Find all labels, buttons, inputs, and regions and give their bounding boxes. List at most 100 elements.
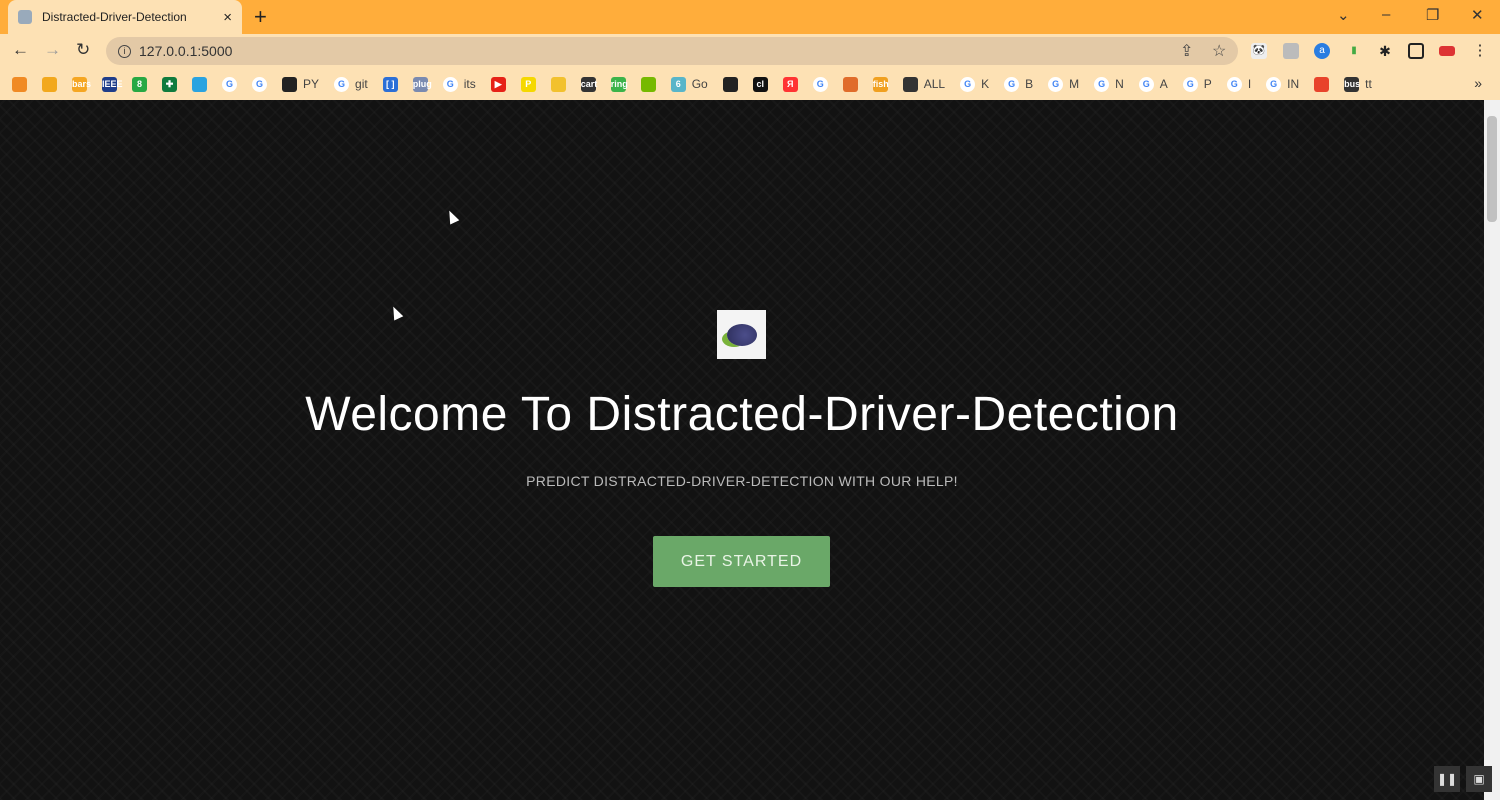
new-tab-button[interactable]: +	[254, 4, 267, 30]
reload-icon[interactable]: ↻	[76, 40, 90, 60]
bookmark-label: IN	[1287, 77, 1300, 91]
bookmark-label: M	[1069, 77, 1080, 91]
bookmarks-bar: bars IEEE 8 ✚ G G PY Ggit[ ] plug Gits ▶ Pcart ring 6…	[0, 68, 1500, 100]
bookmark-star-icon[interactable]: ☆	[1212, 41, 1226, 61]
bookmark-label: N	[1115, 77, 1124, 91]
bookmark-item[interactable]: bars	[72, 76, 91, 92]
bookmark-plug-icon: plug	[412, 76, 432, 92]
picture-in-picture-button[interactable]: ▣	[1466, 766, 1492, 792]
bookmark-item[interactable]: G IN	[1266, 76, 1300, 92]
page-title: Welcome To Distracted-Driver-Detection	[305, 388, 1179, 441]
onoff-extension-icon[interactable]	[1439, 46, 1455, 56]
page-subtitle: PREDICT DISTRACTED-DRIVER-DETECTION WITH…	[526, 473, 958, 489]
bookmark-6-icon: 6	[670, 76, 686, 92]
bookmark-item[interactable]	[550, 76, 566, 92]
get-started-button[interactable]: GET STARTED	[653, 536, 830, 587]
bookmark-g-icon: G	[1004, 76, 1020, 92]
forward-icon[interactable]: →	[44, 40, 61, 60]
bookmark-item[interactable]: ring	[610, 76, 628, 92]
mouse-cursor-icon	[388, 304, 404, 321]
bookmark-8-icon: 8	[132, 76, 147, 92]
bookmark-icon: ▶	[490, 76, 506, 92]
bookmark-item[interactable]: bus tt	[1344, 76, 1372, 92]
restore-button[interactable]: ❐	[1426, 6, 1439, 24]
bookmark-yellow-doc-icon	[42, 76, 57, 92]
bookmark-item[interactable]: fish	[872, 76, 889, 92]
bookmark-label: ALL	[923, 77, 946, 91]
bookmark-item[interactable]: IEEE	[102, 76, 123, 92]
bookmark-item[interactable]	[722, 76, 738, 92]
bookmark-g-icon: G	[334, 76, 350, 92]
bookmark-item[interactable]: P	[520, 76, 536, 92]
bookmark-item[interactable]	[640, 76, 656, 92]
bookmark-g-icon: G	[1182, 76, 1198, 92]
bookmark-label: P	[1203, 77, 1212, 91]
bookmark-item[interactable]: GN	[1094, 76, 1124, 92]
bookmark-item[interactable]: G	[222, 76, 237, 92]
tab-close-icon[interactable]: ×	[223, 9, 232, 26]
bookmark-item[interactable]: plug	[412, 76, 432, 92]
bookmark-icon: ✚	[162, 76, 177, 92]
close-window-button[interactable]: ✕	[1471, 6, 1484, 24]
bookmark-label: Go	[691, 77, 708, 91]
vertical-scrollbar[interactable]	[1484, 100, 1500, 800]
tab-title: Distracted-Driver-Detection	[42, 10, 187, 24]
extensions-puzzle-icon[interactable]: ✱	[1377, 43, 1393, 59]
bookmark-github-icon	[282, 76, 297, 92]
bookmark-item[interactable]: GM	[1048, 76, 1080, 92]
bookmark-item[interactable]: ✚	[162, 76, 177, 92]
panda-extension-icon[interactable]: 🐼	[1251, 43, 1267, 59]
bookmark-item[interactable]: G	[252, 76, 267, 92]
bookmark-item[interactable]: Я	[782, 76, 798, 92]
site-info-icon[interactable]: i	[118, 44, 131, 58]
back-icon[interactable]: ←	[12, 40, 29, 60]
bookmark-icon: Я	[782, 76, 798, 92]
bookmark-office-icon	[1314, 76, 1330, 92]
scrollbar-thumb[interactable]	[1487, 116, 1497, 222]
bookmark-item[interactable]: PY	[282, 76, 319, 92]
bookmark-p-icon: P	[520, 76, 536, 92]
menu-kebab-icon[interactable]: ⋮	[1472, 43, 1488, 59]
bookmark-item[interactable]: cl	[752, 76, 768, 92]
bookmark-item[interactable]	[12, 76, 27, 92]
browser-tab[interactable]: Distracted-Driver-Detection ×	[8, 0, 242, 34]
minimize-button[interactable]: –	[1382, 6, 1390, 23]
bookmark-g-icon: G	[1266, 76, 1282, 92]
bookmark-item[interactable]: Ggit	[334, 76, 368, 92]
more-bookmarks-button[interactable]: »	[1474, 75, 1482, 91]
bookmark-item[interactable]: ALL	[902, 76, 946, 92]
chart-extension-icon[interactable]: ▮	[1346, 43, 1362, 59]
share-icon[interactable]: ⇪	[1180, 41, 1193, 61]
bookmark-item[interactable]	[192, 76, 207, 92]
bookmark-telegram-icon	[192, 76, 207, 92]
a-extension-icon[interactable]: a	[1314, 43, 1330, 59]
bookmark-item[interactable]: GB	[1004, 76, 1033, 92]
url-text[interactable]: 127.0.0.1:5000	[139, 43, 232, 59]
bookmark-item[interactable]	[42, 76, 57, 92]
bookmark-item[interactable]: G	[812, 76, 828, 92]
bookmark-cl-icon: cl	[752, 76, 768, 92]
bookmark-label: A	[1159, 77, 1168, 91]
pause-button[interactable]: ❚❚	[1434, 766, 1460, 792]
bookmark-nvidia-icon	[640, 76, 656, 92]
bookmark-item[interactable]: [ ]	[382, 76, 398, 92]
bookmark-item[interactable]: GP	[1182, 76, 1212, 92]
address-bar[interactable]: i 127.0.0.1:5000 ⇪ ☆	[106, 37, 1238, 65]
bookmark-item[interactable]: GA	[1138, 76, 1168, 92]
side-panel-icon[interactable]	[1408, 43, 1424, 59]
bookmark-item[interactable]: Gits	[442, 76, 476, 92]
bookmark-item[interactable]: cart	[580, 76, 597, 92]
bookmark-orange-diamond-icon	[12, 76, 27, 92]
bookmark-item[interactable]: 6 Go	[670, 76, 708, 92]
bookmark-label: K	[981, 77, 990, 91]
bookmark-item[interactable]: 8	[132, 76, 147, 92]
profile-extension-icon[interactable]	[1283, 43, 1299, 59]
bookmark-item[interactable]	[842, 76, 858, 92]
bookmark-item[interactable]: GK	[960, 76, 990, 92]
bookmark-item[interactable]: ▶	[490, 76, 506, 92]
bookmark-label: tt	[1365, 77, 1372, 91]
tab-search-button[interactable]: ⌄	[1337, 6, 1350, 24]
bookmark-item[interactable]	[1314, 76, 1330, 92]
landing-page: Welcome To Distracted-Driver-Detection P…	[0, 100, 1484, 800]
bookmark-item[interactable]: GI	[1226, 76, 1251, 92]
